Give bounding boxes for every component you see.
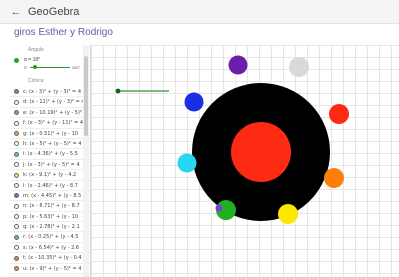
algebra-expression[interactable]: n: (x - 8.71)² + (y - 8.7 xyxy=(23,201,80,211)
visibility-toggle-icon[interactable] xyxy=(14,245,19,251)
visibility-toggle-icon[interactable] xyxy=(14,89,19,95)
slider-handle[interactable] xyxy=(33,65,37,69)
algebra-row[interactable]: k: (x - 9.1)² + (y - 4.2 xyxy=(10,170,90,181)
circle-purple[interactable] xyxy=(228,55,248,75)
algebra-row[interactable]: j: (x - 3)² + (y - 5)² = 4 xyxy=(10,160,90,171)
algebra-row[interactable]: l: (x - 2.46)² + (y - 8.7 xyxy=(10,181,90,191)
algebra-expression[interactable]: m: (x - 4.45)² + (y - 8.5 xyxy=(23,191,81,201)
algebra-row[interactable]: g: (x - 0.51)² + (y - 10 xyxy=(10,129,90,139)
algebra-expression[interactable]: j: (x - 3)² + (y - 5)² = 4 xyxy=(23,160,80,170)
app-header: ← GeoGebra xyxy=(0,0,399,24)
algebra-row[interactable]: i: (x - 4.36)² + (y - 5.5 xyxy=(10,149,90,160)
algebra-expression[interactable]: l: (x - 2.46)² + (y - 8.7 xyxy=(23,181,78,191)
algebra-expression[interactable]: u: (x - 9)² + (y - 5)² = 4 xyxy=(23,264,81,274)
visibility-toggle-icon[interactable] xyxy=(14,151,19,157)
visibility-toggle-icon[interactable] xyxy=(14,193,19,199)
algebra-expression[interactable]: g: (x - 0.51)² + (y - 10 xyxy=(23,129,78,139)
visibility-toggle-icon[interactable] xyxy=(14,182,19,188)
visibility-toggle-icon[interactable] xyxy=(14,162,19,168)
algebra-view: Ángulo α = 18° 0° 360° Cónica c: (x - 3)… xyxy=(10,45,91,277)
algebra-row[interactable]: h: (x - 5)² + (y - 5)² = 4 xyxy=(10,139,90,150)
graphics-canvas[interactable] xyxy=(91,45,399,277)
algebra-expression[interactable]: h: (x - 5)² + (y - 5)² = 4 xyxy=(23,139,81,149)
visibility-toggle-icon[interactable] xyxy=(14,203,19,209)
algebra-row[interactable]: d: (x - 11)² + (y - 3)² = 4 xyxy=(10,97,90,108)
algebra-expression[interactable]: e: (x - 10.19)² + (y - 5)² xyxy=(23,108,82,118)
circle-yellow[interactable] xyxy=(278,204,298,224)
algebra-row[interactable]: p: (x - 5.63)² + (y - 10 xyxy=(10,212,90,223)
slider-min-label: 0° xyxy=(24,65,28,70)
visibility-toggle-icon[interactable] xyxy=(14,224,19,230)
algebra-row[interactable]: n: (x - 8.71)² + (y - 8.7 xyxy=(10,201,90,212)
visibility-toggle-icon[interactable] xyxy=(14,120,19,126)
algebra-row[interactable]: c: (x - 3)² + (y - 3)² = 4 xyxy=(10,87,90,98)
algebra-row[interactable]: s: (x - 6.54)² + (y - 2.6 xyxy=(10,243,90,254)
circle-cyan[interactable] xyxy=(177,153,197,173)
graphics-slider-point[interactable] xyxy=(115,88,121,94)
algebra-row[interactable]: u: (x - 9)² + (y - 5)² = 4 xyxy=(10,264,90,275)
algebra-expression[interactable]: p: (x - 5.63)² + (y - 10 xyxy=(23,212,78,222)
circle-red[interactable] xyxy=(329,104,349,124)
center-circle[interactable] xyxy=(231,122,291,182)
app-name: GeoGebra xyxy=(28,5,80,18)
circle-blue-violet-small[interactable] xyxy=(215,204,223,212)
algebra-row[interactable]: f: (x - 3)² + (y - 11)² = 4 xyxy=(10,118,90,129)
algebra-expression[interactable]: t: (x - 10.35)² + (y - 0.4 xyxy=(23,253,82,263)
visibility-toggle-icon[interactable] xyxy=(14,266,19,272)
visibility-toggle-icon[interactable] xyxy=(14,110,19,116)
circle-light-gray[interactable] xyxy=(289,57,309,77)
algebra-expression[interactable]: f: (x - 3)² + (y - 11)² = 4 xyxy=(23,118,83,128)
visibility-toggle-icon[interactable] xyxy=(14,214,19,220)
algebra-row[interactable]: q: (x - 2.78)² + (y - 2.1 xyxy=(10,222,90,233)
slider-expression: α = 18° xyxy=(24,57,41,63)
document-title[interactable]: giros Esther y Rodrigo xyxy=(14,27,113,38)
algebra-expression[interactable]: c: (x - 3)² + (y - 3)² = 4 xyxy=(23,87,81,97)
visibility-toggle-icon[interactable] xyxy=(14,172,19,178)
algebra-row[interactable]: e: (x - 10.19)² + (y - 5)² xyxy=(10,108,90,119)
visibility-toggle-icon[interactable] xyxy=(14,141,19,147)
circle-category-label: Cónica xyxy=(28,78,44,84)
circle-blue[interactable] xyxy=(184,92,204,112)
algebra-expression[interactable]: i: (x - 4.36)² + (y - 5.5 xyxy=(23,149,78,159)
slider-visibility-toggle[interactable] xyxy=(14,58,19,63)
slider-category-label: Ángulo xyxy=(28,47,44,53)
visibility-toggle-icon[interactable] xyxy=(14,255,19,261)
algebra-expression[interactable]: k: (x - 9.1)² + (y - 4.2 xyxy=(23,170,76,180)
algebra-list: c: (x - 3)² + (y - 3)² = 4 d: (x - 11)² +… xyxy=(10,87,90,275)
algebra-expression[interactable]: q: (x - 2.78)² + (y - 2.1 xyxy=(23,222,80,232)
algebra-row[interactable]: r: (x - 0.25)² + (y - 4.5 xyxy=(10,232,90,243)
visibility-toggle-icon[interactable] xyxy=(14,130,19,136)
graphics-view[interactable] xyxy=(91,45,399,277)
slider-max-label: 360° xyxy=(72,65,81,70)
arrow-left-icon[interactable]: ← xyxy=(8,6,24,18)
circle-orange[interactable] xyxy=(324,168,344,188)
algebra-scrollbar-thumb[interactable] xyxy=(84,56,88,136)
algebra-expression[interactable]: s: (x - 6.54)² + (y - 2.6 xyxy=(23,243,79,253)
visibility-toggle-icon[interactable] xyxy=(14,234,19,240)
slider-alpha[interactable]: α = 18° 0° 360° xyxy=(10,55,90,75)
algebra-row[interactable]: m: (x - 4.45)² + (y - 8.5 xyxy=(10,191,90,202)
document-title-bar: giros Esther y Rodrigo xyxy=(0,24,399,44)
visibility-toggle-icon[interactable] xyxy=(14,99,19,105)
algebra-expression[interactable]: r: (x - 0.25)² + (y - 4.5 xyxy=(23,232,78,242)
algebra-expression[interactable]: d: (x - 11)² + (y - 3)² = 4 xyxy=(23,97,85,107)
algebra-row[interactable]: t: (x - 10.35)² + (y - 0.4 xyxy=(10,253,90,264)
